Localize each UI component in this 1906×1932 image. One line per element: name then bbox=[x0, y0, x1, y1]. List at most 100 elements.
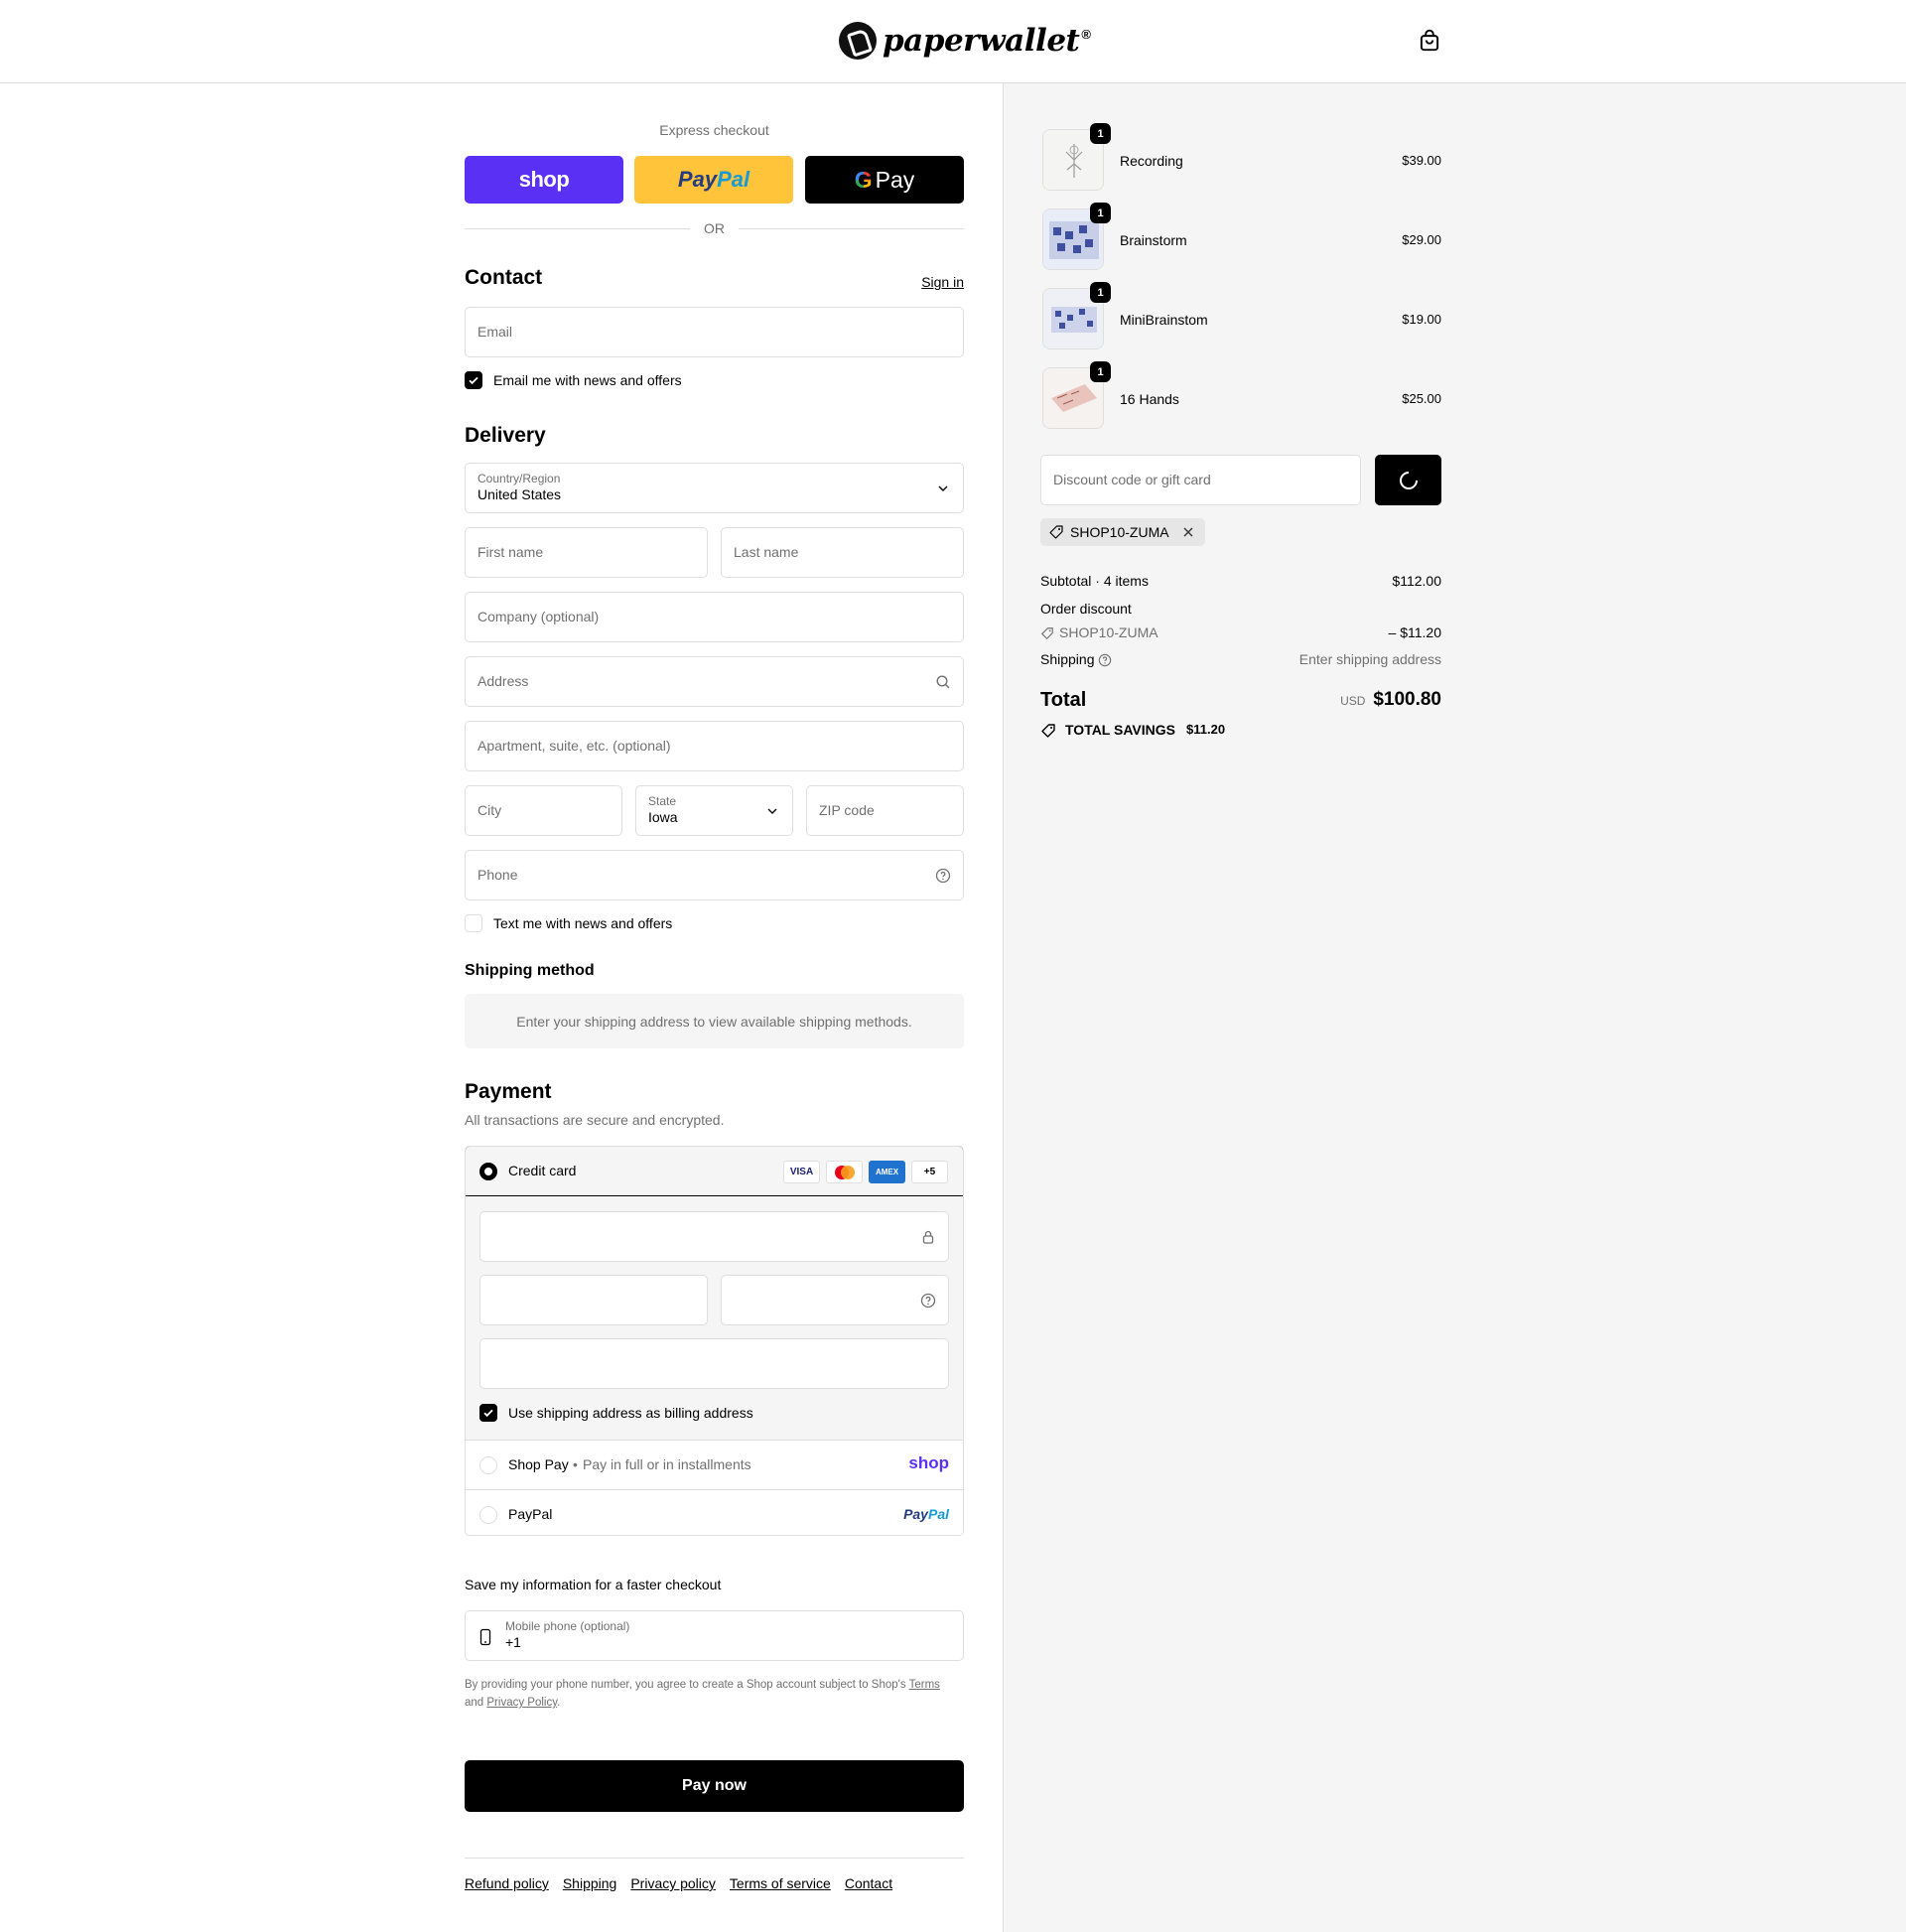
item-name: MiniBrainstom bbox=[1120, 312, 1208, 328]
discount-code-label: SHOP10-ZUMA bbox=[1059, 624, 1158, 640]
paypal-radio[interactable] bbox=[479, 1506, 497, 1524]
shipping-row: Shipping Enter shipping address bbox=[1040, 651, 1441, 667]
tag-icon bbox=[1049, 525, 1063, 539]
discount-code-input[interactable]: Discount code or gift card bbox=[1040, 455, 1361, 505]
mobile-phone-icon bbox=[479, 1628, 491, 1646]
paypal-express-button[interactable]: Pay Pal bbox=[634, 156, 793, 204]
text-news-checkbox[interactable] bbox=[465, 914, 482, 932]
remove-discount-icon[interactable] bbox=[1181, 525, 1195, 539]
google-pay-express-button[interactable]: G Pay bbox=[805, 156, 964, 204]
credit-card-label: Credit card bbox=[508, 1163, 577, 1178]
privacy-policy-footer-link[interactable]: Privacy policy bbox=[630, 1875, 716, 1891]
legal-text: By providing your phone number, you agre… bbox=[465, 1679, 906, 1691]
apartment-placeholder: Apartment, suite, etc. (optional) bbox=[477, 738, 671, 754]
sign-in-link[interactable]: Sign in bbox=[921, 274, 964, 290]
site-header: paperwallet ® bbox=[0, 0, 1906, 83]
total-value: $100.80 bbox=[1373, 689, 1441, 710]
card-number-field[interactable] bbox=[479, 1211, 949, 1262]
chevron-down-icon bbox=[767, 808, 777, 814]
footer-links: Refund policy Shipping Privacy policy Te… bbox=[465, 1875, 892, 1891]
last-name-placeholder: Last name bbox=[734, 544, 799, 560]
email-field[interactable]: Email bbox=[465, 307, 964, 357]
company-field[interactable]: Company (optional) bbox=[465, 592, 964, 642]
shipping-policy-link[interactable]: Shipping bbox=[563, 1875, 617, 1891]
chevron-down-icon bbox=[938, 485, 948, 491]
quantity-badge: 1 bbox=[1090, 123, 1111, 144]
legal-notice: By providing your phone number, you agre… bbox=[465, 1676, 964, 1712]
state-label: State bbox=[648, 794, 677, 808]
shop-pay-subtitle: Pay in full or in installments bbox=[583, 1456, 751, 1472]
line-item: 1 16 Hands $25.00 bbox=[1040, 361, 1441, 431]
brand-logo[interactable]: paperwallet ® bbox=[839, 21, 1091, 61]
privacy-policy-link[interactable]: Privacy Policy bbox=[486, 1697, 557, 1709]
payment-methods: Credit card VISA AMEX +5 Use shipping ad… bbox=[465, 1146, 964, 1536]
subtotal-label: Subtotal · 4 items bbox=[1040, 573, 1149, 589]
line-item: 1 MiniBrainstom $19.00 bbox=[1040, 282, 1441, 351]
text-news-label: Text me with news and offers bbox=[493, 915, 673, 931]
google-g-icon: G bbox=[854, 166, 873, 193]
last-name-field[interactable]: Last name bbox=[721, 527, 964, 578]
checkmark-icon bbox=[483, 1409, 493, 1418]
search-icon bbox=[936, 675, 950, 689]
shop-pay-logo: shop bbox=[518, 167, 570, 192]
refund-policy-link[interactable]: Refund policy bbox=[465, 1875, 549, 1891]
shopping-bag-icon[interactable] bbox=[1417, 28, 1442, 54]
shop-pay-option[interactable]: Shop Pay • Pay in full or in installment… bbox=[466, 1440, 963, 1489]
tag-icon bbox=[1041, 724, 1055, 738]
first-name-field[interactable]: First name bbox=[465, 527, 708, 578]
or-divider: OR bbox=[465, 220, 964, 236]
logo-mark-icon bbox=[839, 22, 877, 60]
tag-icon bbox=[1041, 627, 1053, 639]
shop-pay-radio[interactable] bbox=[479, 1456, 497, 1474]
help-circle-icon[interactable] bbox=[935, 868, 951, 884]
zip-field[interactable]: ZIP code bbox=[806, 785, 964, 836]
order-discount-label: Order discount bbox=[1040, 601, 1132, 617]
applied-discount-code: SHOP10-ZUMA bbox=[1070, 524, 1169, 540]
paypal-logo: PayPal bbox=[903, 1506, 949, 1522]
order-discount-row: Order discount bbox=[1040, 601, 1441, 617]
shipping-value: Enter shipping address bbox=[1298, 651, 1441, 667]
shop-pay-express-button[interactable]: shop bbox=[465, 156, 623, 204]
mobile-phone-field[interactable]: Mobile phone (optional) +1 bbox=[465, 1610, 964, 1661]
country-label: Country/Region bbox=[477, 472, 561, 485]
paypal-option[interactable]: PayPal PayPal bbox=[466, 1489, 963, 1535]
apply-discount-button[interactable] bbox=[1375, 455, 1441, 505]
address-field[interactable]: Address bbox=[465, 656, 964, 707]
city-field[interactable]: City bbox=[465, 785, 622, 836]
billing-address-checkbox[interactable] bbox=[479, 1404, 497, 1422]
credit-card-form: Use shipping address as billing address bbox=[466, 1196, 963, 1440]
expiration-date-field[interactable] bbox=[479, 1275, 708, 1325]
email-news-checkbox[interactable] bbox=[465, 371, 482, 389]
subtotal-row: Subtotal · 4 items $112.00 bbox=[1040, 573, 1441, 589]
currency-code: USD bbox=[1340, 694, 1366, 708]
terms-of-service-link[interactable]: Terms of service bbox=[730, 1875, 831, 1891]
address-placeholder: Address bbox=[477, 673, 529, 689]
shipping-method-message: Enter your shipping address to view avai… bbox=[465, 994, 964, 1048]
shipping-label: Shipping bbox=[1040, 651, 1095, 667]
first-name-placeholder: First name bbox=[477, 544, 544, 560]
pay-now-button[interactable]: Pay now bbox=[465, 1760, 964, 1812]
help-circle-icon[interactable] bbox=[1098, 653, 1112, 667]
footer-divider bbox=[465, 1858, 964, 1859]
security-code-field[interactable] bbox=[721, 1275, 949, 1325]
phone-field[interactable]: Phone bbox=[465, 850, 964, 900]
credit-card-option[interactable]: Credit card VISA AMEX +5 bbox=[466, 1147, 963, 1196]
credit-card-radio[interactable] bbox=[479, 1163, 497, 1180]
total-savings-value: $11.20 bbox=[1186, 722, 1226, 737]
terms-link[interactable]: Terms bbox=[909, 1679, 940, 1691]
item-price: $19.00 bbox=[1402, 312, 1441, 327]
name-on-card-field[interactable] bbox=[479, 1338, 949, 1389]
apartment-field[interactable]: Apartment, suite, etc. (optional) bbox=[465, 721, 964, 771]
state-select[interactable]: State Iowa bbox=[635, 785, 793, 836]
country-select[interactable]: Country/Region United States bbox=[465, 463, 964, 513]
contact-link[interactable]: Contact bbox=[845, 1875, 892, 1891]
phone-placeholder: Phone bbox=[477, 867, 518, 883]
item-name: 16 Hands bbox=[1120, 391, 1179, 407]
help-circle-icon[interactable] bbox=[920, 1293, 936, 1309]
google-pay-label: Pay bbox=[875, 166, 915, 193]
billing-address-label: Use shipping address as billing address bbox=[508, 1405, 753, 1421]
legal-period: . bbox=[557, 1697, 561, 1709]
mobile-phone-label: Mobile phone (optional) bbox=[505, 1619, 630, 1633]
total-label: Total bbox=[1040, 689, 1087, 711]
email-placeholder: Email bbox=[477, 324, 513, 340]
